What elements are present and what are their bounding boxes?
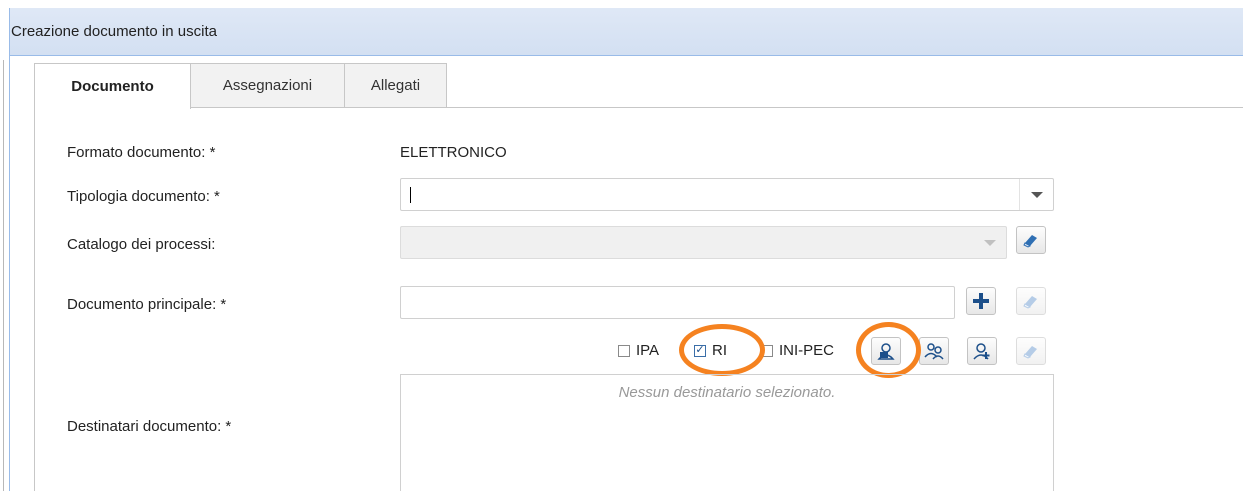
principale-file-field[interactable] bbox=[400, 286, 955, 319]
chevron-down-icon bbox=[1030, 191, 1043, 198]
recipients-empty-message: Nessun destinatario selezionato. bbox=[618, 384, 836, 401]
plus-icon bbox=[973, 293, 989, 309]
add-person-icon bbox=[973, 343, 990, 360]
eraser-icon bbox=[1023, 296, 1037, 309]
principale-label: Documento principale: * bbox=[67, 296, 227, 313]
tipologia-dropdown-trigger[interactable] bbox=[1019, 179, 1053, 210]
principale-clear-button[interactable] bbox=[1016, 287, 1046, 315]
eraser-icon bbox=[1023, 346, 1037, 359]
tab-allegati[interactable]: Allegati bbox=[344, 63, 447, 107]
catalogo-label: Catalogo dei processi: bbox=[67, 236, 216, 253]
tipologia-label: Tipologia documento: * bbox=[67, 188, 220, 205]
tab-documento[interactable]: Documento bbox=[34, 63, 191, 109]
destinatari-label: Destinatari documento: * bbox=[67, 418, 232, 435]
highlight-ring-search-button bbox=[856, 322, 921, 378]
checkbox-ipa[interactable]: IPA bbox=[618, 342, 659, 359]
highlight-ring-ri bbox=[679, 324, 765, 376]
chevron-down-icon bbox=[983, 239, 996, 246]
select-recipients-button[interactable] bbox=[919, 337, 949, 365]
catalogo-clear-button[interactable] bbox=[1016, 226, 1046, 254]
formato-value: ELETTRONICO bbox=[400, 144, 507, 161]
checkbox-ipa-label: IPA bbox=[636, 342, 660, 359]
tab-assegnazioni[interactable]: Assegnazioni bbox=[190, 63, 345, 107]
checkbox-ini-pec-label: INI-PEC bbox=[779, 342, 835, 359]
tab-bar: Documento Assegnazioni Allegati bbox=[34, 63, 1234, 109]
add-document-button[interactable] bbox=[966, 287, 996, 315]
recipients-clear-button[interactable] bbox=[1016, 337, 1046, 365]
formato-label: Formato documento: * bbox=[67, 144, 216, 161]
catalogo-dropdown-trigger[interactable] bbox=[973, 227, 1006, 258]
recipients-list[interactable]: Nessun destinatario selezionato. bbox=[400, 374, 1054, 491]
checkbox-ini-pec[interactable]: INI-PEC bbox=[761, 342, 834, 359]
people-icon bbox=[924, 343, 944, 360]
tipologia-combobox[interactable] bbox=[400, 178, 1054, 211]
tab-content-border bbox=[34, 107, 35, 491]
tab-strip-divider bbox=[191, 107, 1243, 108]
catalogo-combobox[interactable] bbox=[400, 226, 1007, 259]
panel-header: Creazione documento in uscita bbox=[10, 8, 1243, 56]
eraser-icon bbox=[1023, 235, 1037, 248]
checkbox-box[interactable] bbox=[618, 344, 630, 357]
add-recipient-button[interactable] bbox=[967, 337, 997, 365]
panel-title: Creazione documento in uscita bbox=[11, 23, 217, 40]
text-caret bbox=[410, 187, 411, 203]
